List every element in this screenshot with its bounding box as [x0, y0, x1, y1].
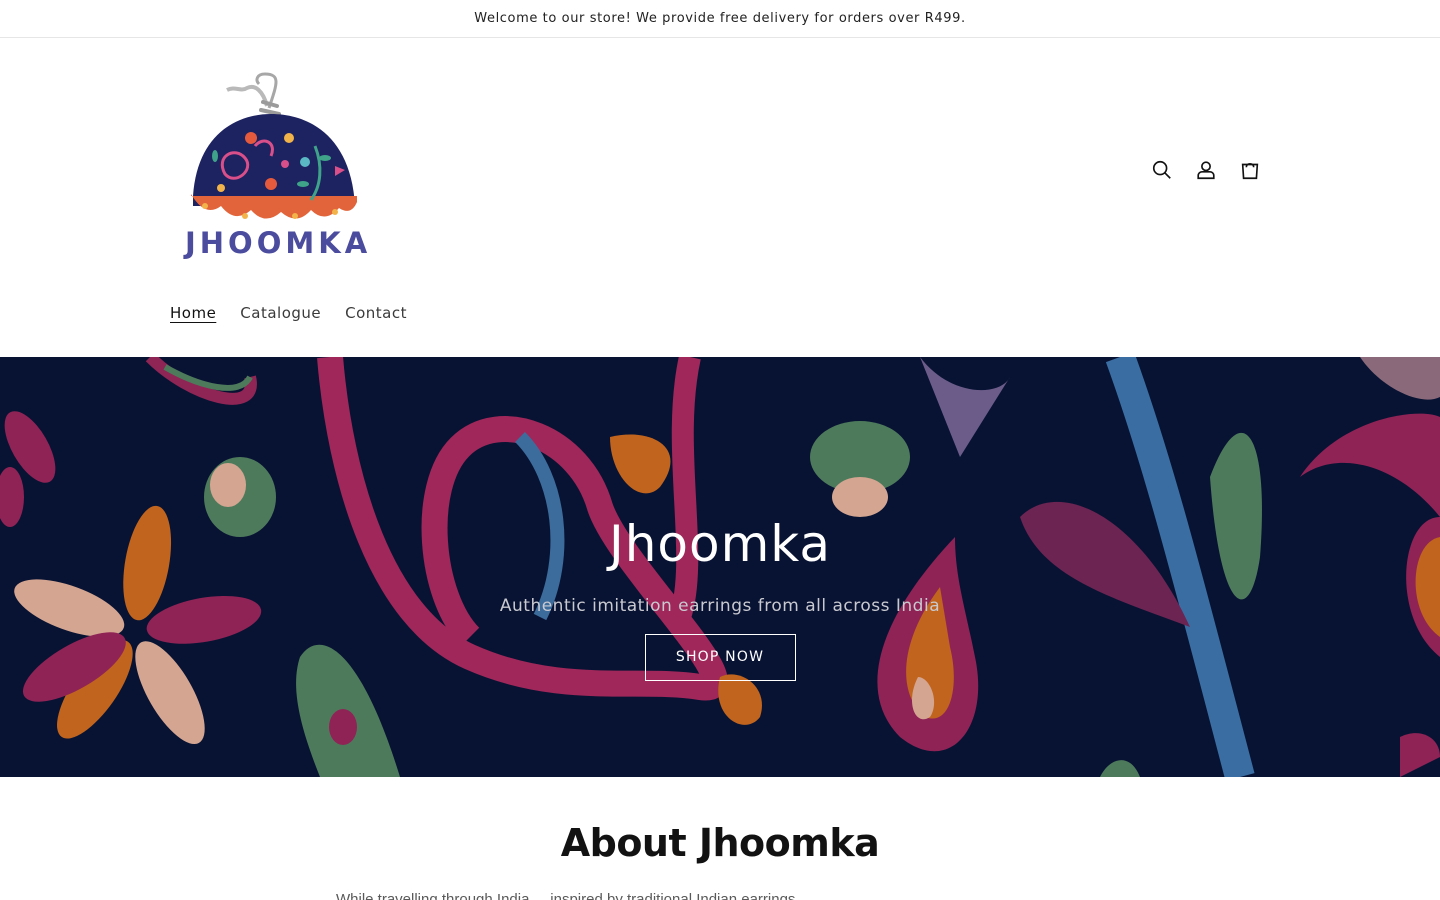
logo-graphic	[191, 72, 357, 219]
logo-text: JHOOMKA	[185, 226, 372, 260]
hero-title: Jhoomka	[608, 515, 832, 573]
site-header: JHOOMKA Home Catalogue Contact	[0, 38, 1440, 356]
search-icon[interactable]	[1150, 152, 1174, 188]
hero-content: Jhoomka Authentic imitation earrings fro…	[0, 512, 1440, 681]
about-title: About Jhoomka	[560, 821, 880, 865]
hero-subtitle: Authentic imitation earrings from all ac…	[499, 596, 941, 616]
shop-now-button[interactable]: SHOP NOW	[644, 634, 796, 681]
nav-catalogue[interactable]: Catalogue	[228, 300, 333, 326]
nav-home[interactable]: Home	[158, 300, 228, 326]
cart-icon[interactable]	[1238, 152, 1262, 188]
announcement-bar: Welcome to our store! We provide free de…	[0, 0, 1440, 38]
header-icons	[1150, 152, 1262, 188]
account-icon[interactable]	[1194, 152, 1218, 188]
about-text: While travelling through India ... inspi…	[336, 891, 813, 900]
logo[interactable]: JHOOMKA	[185, 66, 372, 276]
announcement-text: Welcome to our store! We provide free de…	[474, 11, 966, 26]
main-nav: Home Catalogue Contact	[158, 300, 419, 326]
hero-banner: Jhoomka Authentic imitation earrings fro…	[0, 357, 1440, 777]
nav-contact[interactable]: Contact	[333, 300, 419, 326]
about-section: About Jhoomka While travelling through I…	[0, 777, 1440, 900]
